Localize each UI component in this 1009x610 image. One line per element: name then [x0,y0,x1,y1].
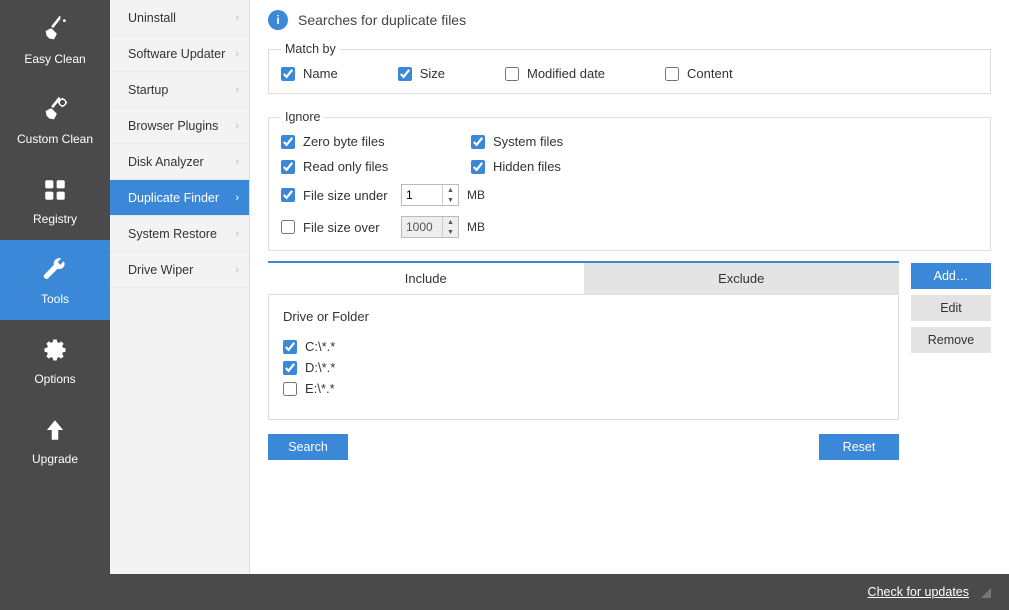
sub-software-updater[interactable]: Software Updater › [110,36,249,72]
add-button[interactable]: Add… [911,263,991,289]
chevron-right-icon: › [235,192,239,204]
size-under-input[interactable] [402,185,442,205]
check-updates-link[interactable]: Check for updates [868,585,969,599]
nav-easy-clean[interactable]: Easy Clean [0,0,110,80]
arrow-up-icon [39,414,71,446]
folder-actions: Add… Edit Remove [911,261,991,420]
spin-up-icon[interactable]: ▲ [443,185,458,195]
nav-registry[interactable]: Registry [0,160,110,240]
sub-disk-analyzer[interactable]: Disk Analyzer › [110,144,249,180]
resize-grip-icon[interactable] [979,586,991,598]
match-name-option[interactable]: Name [281,66,338,81]
chevron-right-icon: › [235,120,239,132]
sub-browser-plugins[interactable]: Browser Plugins › [110,108,249,144]
match-content-checkbox[interactable] [665,67,679,81]
nav-label: Tools [41,292,69,306]
nav-label: Registry [33,212,77,226]
folder-item[interactable]: E:\*.* [283,378,884,399]
main-content: i Searches for duplicate files Match by … [250,0,1009,574]
ignore-hidden-files[interactable]: Hidden files [471,159,691,174]
info-icon: i [268,10,288,30]
drive-folder-label: Drive or Folder [283,309,884,324]
ignore-size-under-checkbox[interactable] [281,188,295,202]
ignore-system-files[interactable]: System files [471,134,691,149]
chevron-right-icon: › [235,156,239,168]
reset-button[interactable]: Reset [819,434,899,460]
search-button[interactable]: Search [268,434,348,460]
match-name-checkbox[interactable] [281,67,295,81]
edit-button[interactable]: Edit [911,295,991,321]
broom-sparkle-icon [39,14,71,46]
main-sidebar: Easy Clean Custom Clean Registry Tools O… [0,0,110,574]
statusbar: Check for updates [0,574,1009,610]
nav-label: Custom Clean [17,132,93,146]
match-by-legend: Match by [281,42,340,56]
folder-checkbox[interactable] [283,382,297,396]
nav-custom-clean[interactable]: Custom Clean [0,80,110,160]
include-exclude-tabs: Include Exclude [268,263,899,295]
size-over-spinbox[interactable]: ▲ ▼ [401,216,459,238]
nav-upgrade[interactable]: Upgrade [0,400,110,480]
ignore-system-files-checkbox[interactable] [471,135,485,149]
gear-icon [39,334,71,366]
nav-options[interactable]: Options [0,320,110,400]
ignore-zero-byte-checkbox[interactable] [281,135,295,149]
match-modified-checkbox[interactable] [505,67,519,81]
folder-item[interactable]: D:\*.* [283,357,884,378]
nav-label: Options [34,372,75,386]
chevron-right-icon: › [235,228,239,240]
spin-up-icon[interactable]: ▲ [443,217,458,227]
size-under-spinbox[interactable]: ▲ ▼ [401,184,459,206]
ignore-zero-byte[interactable]: Zero byte files [281,134,461,149]
match-by-group: Match by Name Size Modified date Content [268,42,991,94]
grid-icon [39,174,71,206]
ignore-read-only[interactable]: Read only files [281,159,461,174]
match-size-option[interactable]: Size [398,66,445,81]
folder-checkbox[interactable] [283,340,297,354]
nav-label: Upgrade [32,452,78,466]
remove-button[interactable]: Remove [911,327,991,353]
sub-drive-wiper[interactable]: Drive Wiper › [110,252,249,288]
ignore-group: Ignore Zero byte files System files Read… [268,110,991,251]
tab-exclude[interactable]: Exclude [584,263,900,294]
tab-include[interactable]: Include [268,263,584,294]
sub-startup[interactable]: Startup › [110,72,249,108]
ignore-size-under-row: File size under ▲ ▼ MB [281,184,691,206]
nav-label: Easy Clean [24,52,85,66]
ignore-read-only-checkbox[interactable] [281,160,295,174]
size-over-input[interactable] [402,217,442,237]
match-size-checkbox[interactable] [398,67,412,81]
sub-uninstall[interactable]: Uninstall › [110,0,249,36]
wrench-icon [39,254,71,286]
chevron-right-icon: › [235,48,239,60]
chevron-right-icon: › [235,12,239,24]
folder-checkbox[interactable] [283,361,297,375]
match-modified-option[interactable]: Modified date [505,66,605,81]
nav-tools[interactable]: Tools [0,240,110,320]
tab-body-include: Drive or Folder C:\*.* D:\*.* E:\*.* [268,295,899,420]
spin-down-icon[interactable]: ▼ [443,195,458,205]
gear-broom-icon [39,94,71,126]
ignore-size-over-checkbox[interactable] [281,220,295,234]
ignore-legend: Ignore [281,110,324,124]
ignore-size-over-row: File size over ▲ ▼ MB [281,216,691,238]
chevron-right-icon: › [235,264,239,276]
page-title: Searches for duplicate files [298,12,466,28]
tools-submenu: Uninstall › Software Updater › Startup ›… [110,0,250,574]
ignore-hidden-files-checkbox[interactable] [471,160,485,174]
match-content-option[interactable]: Content [665,66,733,81]
sub-system-restore[interactable]: System Restore › [110,216,249,252]
folder-item[interactable]: C:\*.* [283,336,884,357]
spin-down-icon[interactable]: ▼ [443,227,458,237]
chevron-right-icon: › [235,84,239,96]
sub-duplicate-finder[interactable]: Duplicate Finder › [110,180,249,216]
